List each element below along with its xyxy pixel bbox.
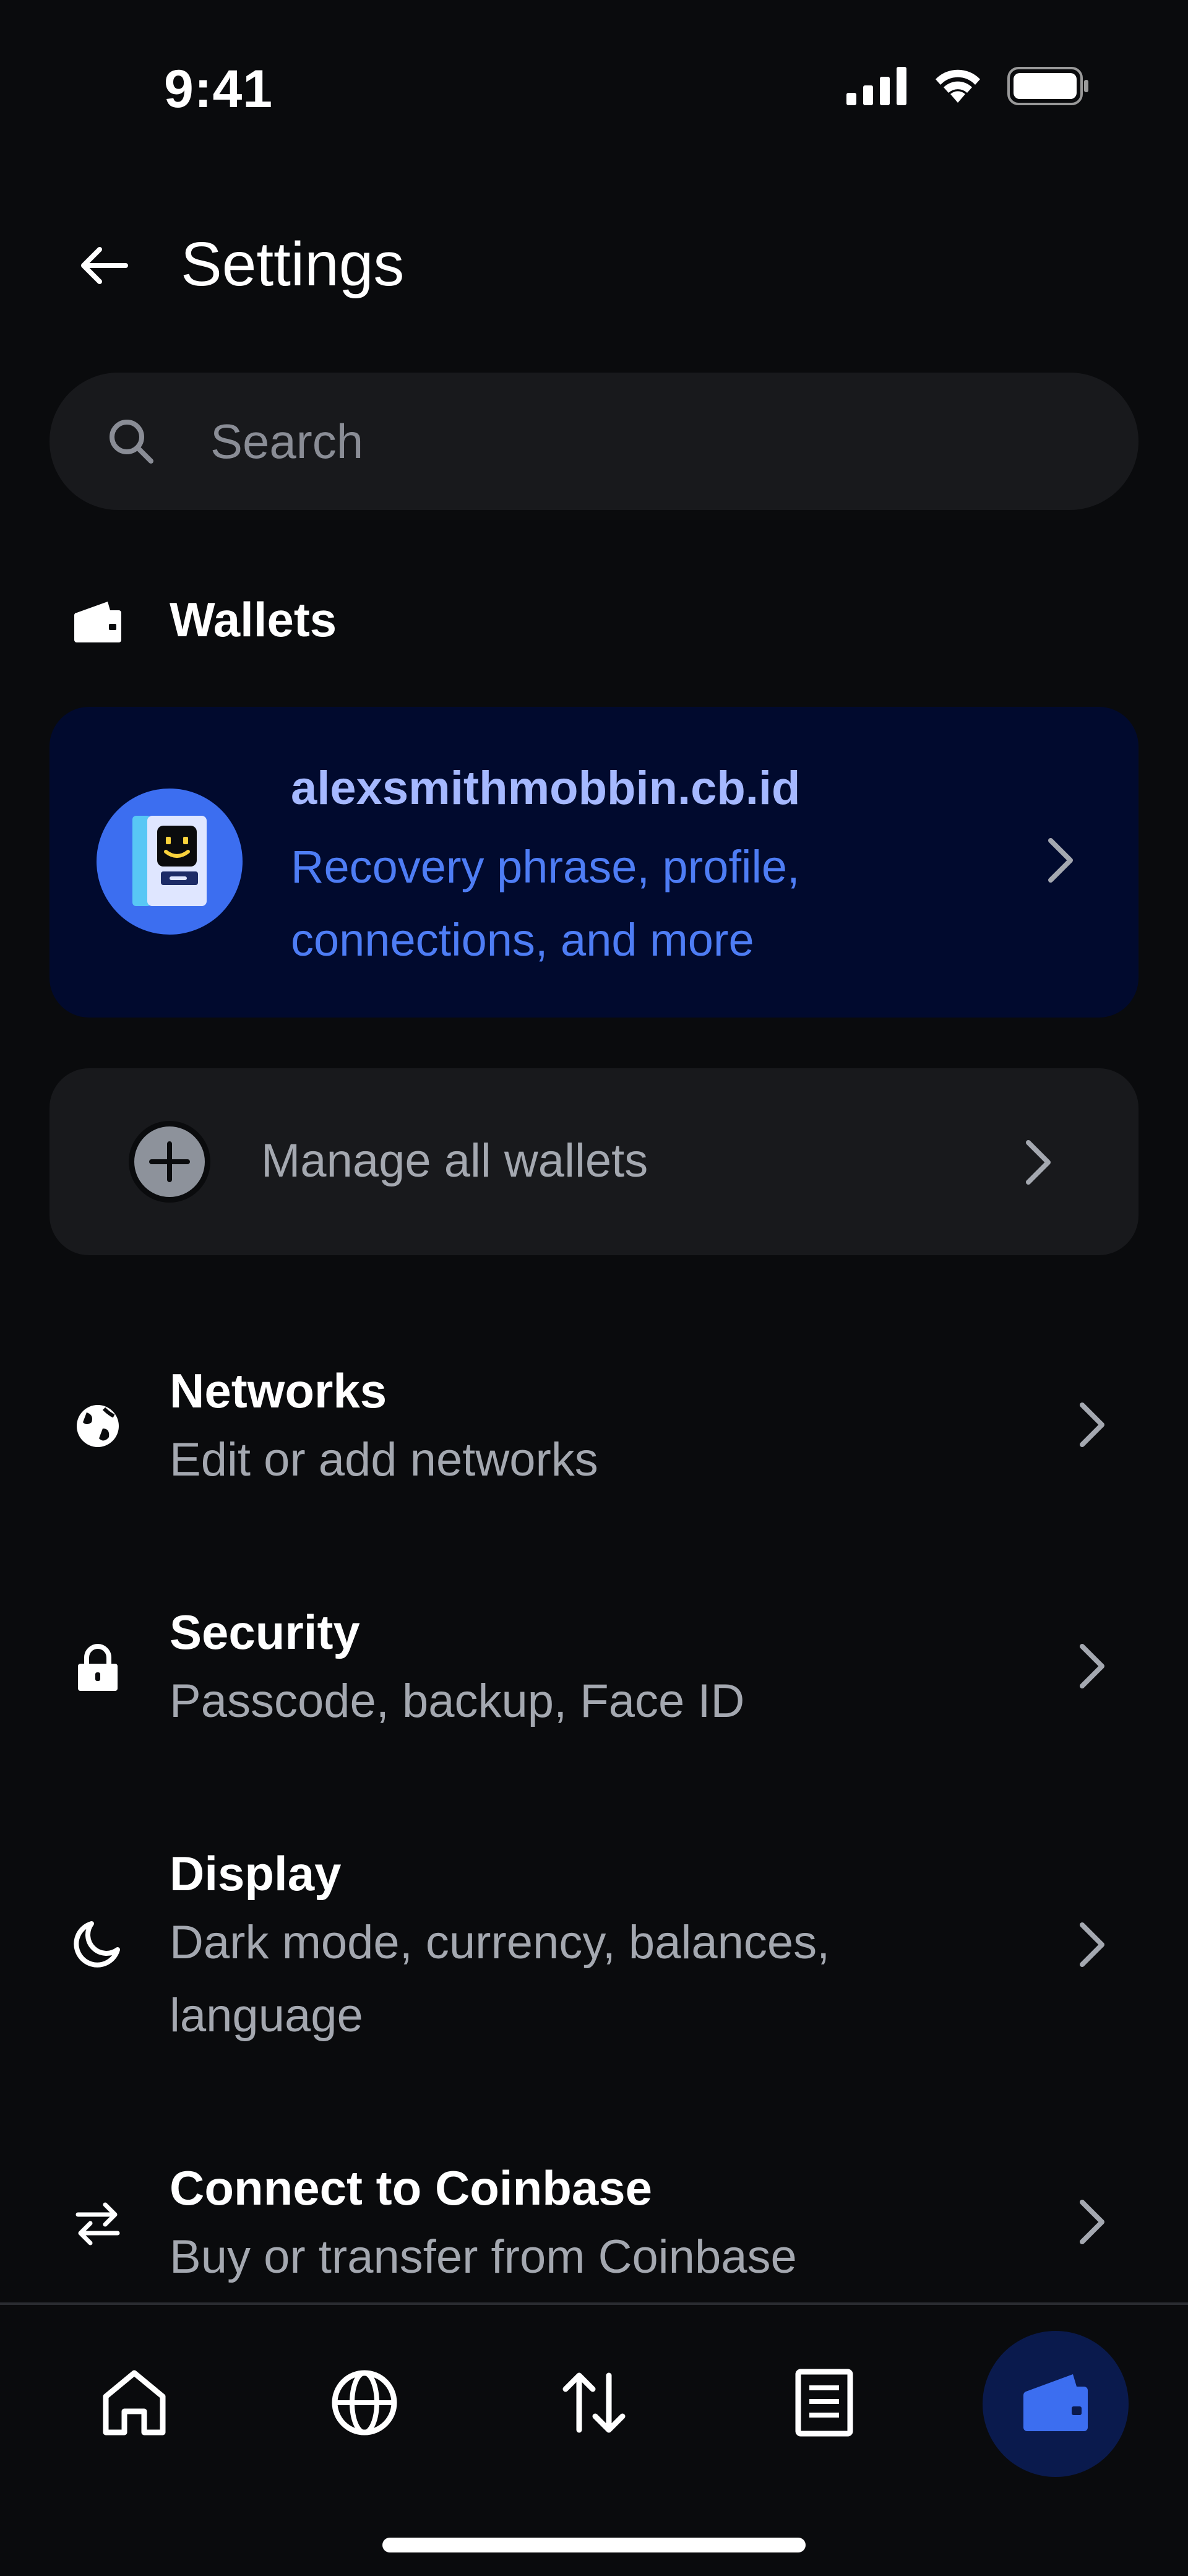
networks-subtitle: Edit or add networks	[170, 1433, 598, 1486]
chevron-right-icon	[1048, 838, 1073, 883]
home-indicator	[382, 2538, 806, 2552]
wallet-name: alexsmithmobbin.cb.id	[291, 762, 801, 815]
nav-activity[interactable]	[781, 2359, 867, 2446]
wallet-avatar	[97, 789, 243, 935]
swap-arrows-icon	[562, 2372, 626, 2433]
settings-item-security[interactable]: Security Passcode, backup, Face ID	[0, 1591, 1188, 1776]
wallet-card[interactable]: alexsmithmobbin.cb.id Recovery phrase, p…	[50, 707, 1138, 1018]
chevron-right-icon	[1080, 2200, 1104, 2244]
plus-icon	[149, 1141, 190, 1182]
security-title: Security	[170, 1605, 360, 1659]
signal-icon	[846, 67, 906, 105]
chevron-right-icon	[1080, 1644, 1104, 1688]
chevron-right-icon	[1080, 1403, 1104, 1447]
search-input[interactable]	[209, 412, 1016, 470]
nav-wallet[interactable]	[1012, 2359, 1099, 2446]
page-title: Settings	[181, 230, 405, 299]
display-subtitle: Dark mode, currency, balances, language	[170, 1916, 830, 2042]
search-icon	[110, 420, 153, 464]
status-time: 9:41	[164, 59, 273, 119]
wallets-section-title: Wallets	[170, 592, 337, 647]
swap-icon	[75, 2202, 120, 2245]
lock-icon	[78, 1644, 118, 1691]
globe-icon	[332, 2370, 397, 2436]
nav-browser[interactable]	[321, 2359, 408, 2446]
moon-icon	[74, 1921, 120, 1968]
wallet-subtitle: Recovery phrase, profile, connections, a…	[291, 841, 800, 966]
settings-item-display[interactable]: Display Dark mode, currency, balances, l…	[0, 1832, 1188, 2092]
networks-title: Networks	[170, 1364, 387, 1418]
wifi-icon	[936, 69, 980, 103]
connect-coinbase-title: Connect to Coinbase	[170, 2161, 653, 2215]
wallet-icon	[1023, 2374, 1088, 2431]
home-icon	[103, 2370, 166, 2436]
chevron-right-icon	[1026, 1140, 1051, 1185]
wallet-avatar-icon	[132, 816, 207, 906]
document-icon	[795, 2369, 853, 2437]
nav-home[interactable]	[91, 2359, 178, 2446]
manage-all-wallets-label: Manage all wallets	[261, 1135, 648, 1187]
bottom-nav	[0, 2305, 1188, 2491]
manage-all-wallets-button[interactable]: Manage all wallets	[50, 1068, 1138, 1255]
plus-circle	[129, 1121, 210, 1203]
security-subtitle: Passcode, backup, Face ID	[170, 1675, 745, 1727]
settings-item-networks[interactable]: Networks Edit or add networks	[0, 1349, 1188, 1535]
back-arrow-icon	[81, 247, 128, 284]
search-bar[interactable]	[50, 373, 1138, 510]
chevron-right-icon	[1080, 1922, 1104, 1967]
battery-icon	[1007, 67, 1088, 105]
settings-item-connect-coinbase[interactable]: Connect to Coinbase Buy or transfer from…	[0, 2146, 1188, 2302]
status-icons	[846, 67, 1089, 105]
wallet-icon	[74, 602, 121, 642]
display-title: Display	[170, 1846, 342, 1901]
back-button[interactable]	[73, 235, 134, 296]
globe-icon	[77, 1405, 119, 1447]
connect-coinbase-subtitle: Buy or transfer from Coinbase	[170, 2231, 797, 2283]
nav-trade[interactable]	[551, 2359, 637, 2446]
